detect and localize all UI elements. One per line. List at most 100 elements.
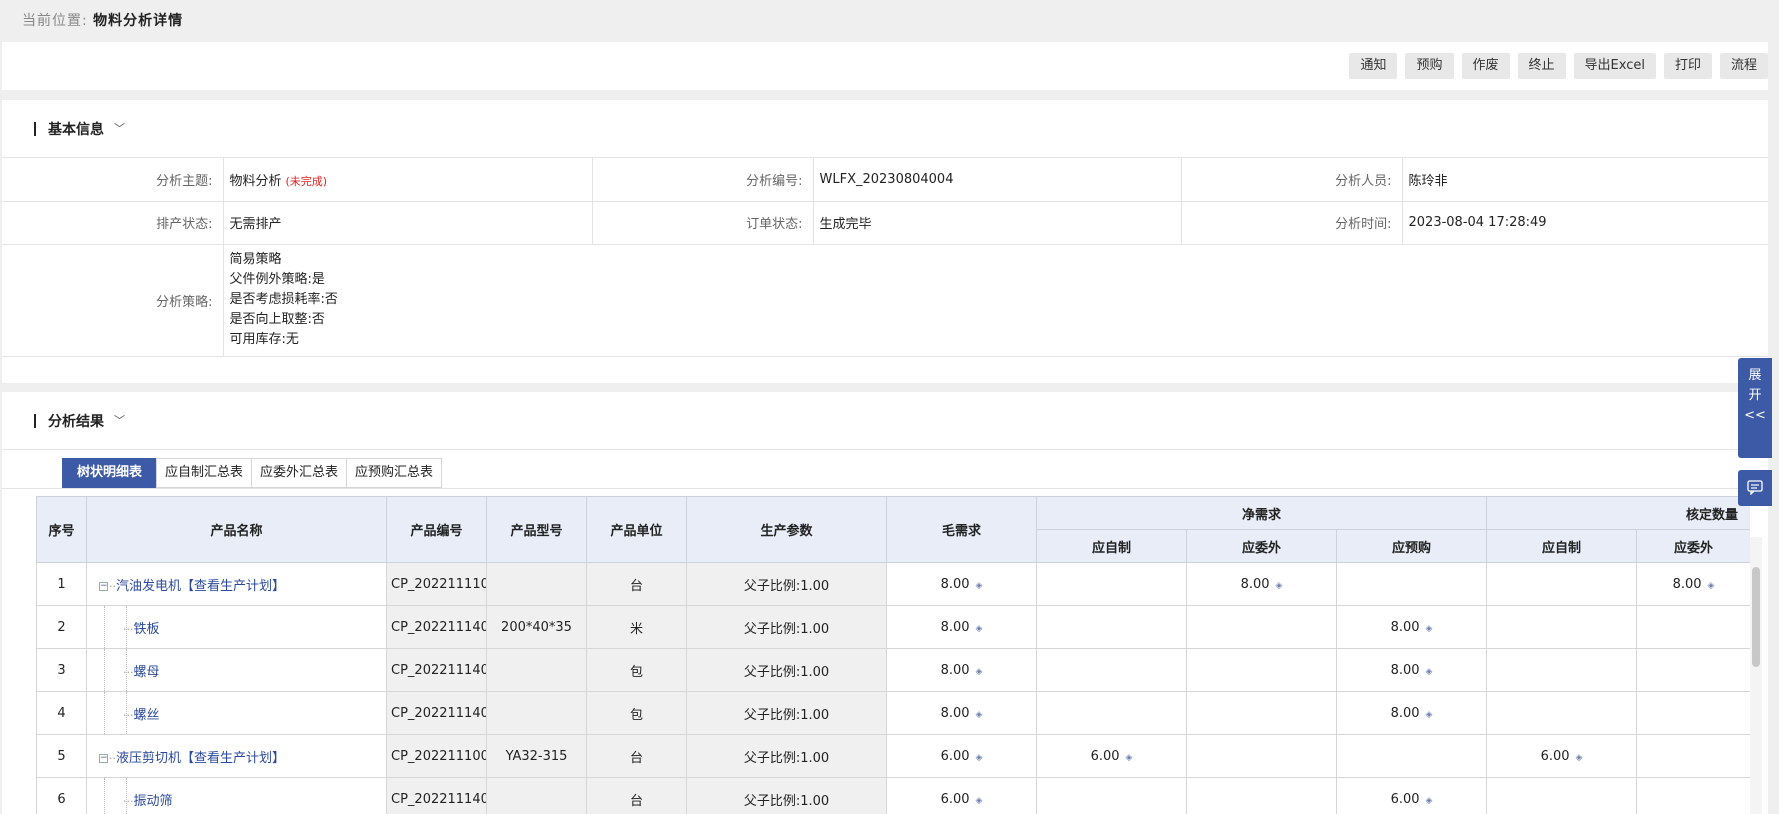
table-row[interactable]: 3 ···螺母 CP_202211140 包父子比例:1.00 8.00 ◈ 8.00 ◈ (36, 648, 1750, 692)
cell-code: CP_202211140 (386, 605, 487, 649)
cell-param-value: 父子比例:1.00 (743, 664, 830, 680)
cell-model (486, 777, 587, 814)
cell-approved-outsource: 8.00 ◈ (1636, 562, 1750, 606)
cell-code-value: CP_202211100 (391, 748, 487, 764)
cell-net-self (1036, 777, 1187, 814)
cell-approved-outsource (1636, 777, 1750, 814)
message-icon[interactable] (1738, 470, 1772, 506)
sort-diamond-icon[interactable]: ◈ (1426, 710, 1433, 720)
product-name-link[interactable]: 螺母 (134, 665, 160, 680)
col-net-group: 净需求 (1035, 496, 1488, 530)
table-row[interactable]: 2 ···铁板 CP_202211140 200*40*35 米父子比例:1.00 8.0… (36, 605, 1750, 649)
cell-approved-outsource (1636, 691, 1750, 735)
cell-code-value: CP_202211110 (391, 576, 487, 592)
cell-model-value: YA32-315 (505, 748, 568, 764)
cell-net-purchase-value: 8.00 (1390, 705, 1420, 721)
cell-net-self: 6.00 ◈ (1036, 734, 1187, 778)
tab-outsource-summary[interactable]: 应委外汇总表 (251, 458, 348, 488)
results-header[interactable]: 分析结果 ﹀ (2, 392, 1768, 450)
cell-net-purchase-value: 6.00 (1390, 791, 1420, 807)
cell-gross-value: 6.00 (940, 748, 970, 764)
strategy-value: 简易策略 父件例外策略:是 是否考虑损耗率:否 是否向上取整:否 可用库存:无 (223, 244, 1768, 357)
cell-net-outsource (1186, 648, 1337, 692)
cell-model: YA32-315 (486, 734, 587, 778)
export-excel-button[interactable]: 导出Excel (1573, 53, 1656, 79)
terminate-button[interactable]: 终止 (1517, 53, 1566, 79)
cell-code-value: CP_202211140 (391, 705, 487, 721)
cell-model (486, 691, 587, 735)
sort-diamond-icon[interactable]: ◈ (1426, 667, 1433, 677)
chevron-down-icon[interactable]: ﹀ (114, 120, 125, 136)
cell-name: ···振动筛 (86, 777, 387, 814)
tab-tree-detail[interactable]: 树状明细表 (62, 458, 158, 488)
sort-diamond-icon[interactable]: ◈ (976, 796, 983, 806)
cell-unit-value: 包 (629, 707, 643, 723)
expand-side-button[interactable]: 展 开 << (1738, 358, 1772, 458)
breadcrumb: 当前位置: 物料分析详情 (22, 10, 183, 30)
product-name-link[interactable]: 铁板 (134, 622, 160, 637)
sort-diamond-icon[interactable]: ◈ (1426, 624, 1433, 634)
workflow-button[interactable]: 流程 (1719, 53, 1768, 79)
sort-diamond-icon[interactable]: ◈ (1708, 581, 1715, 591)
table-row[interactable]: 4 ···螺丝 CP_202211140 包父子比例:1.00 8.00 ◈ 8.00 ◈ (36, 691, 1750, 735)
cell-model (486, 648, 587, 692)
table-row[interactable]: 5 −··液压剪切机【查看生产计划】 CP_202211100 YA32-315 台父子… (36, 734, 1750, 778)
pre-purchase-button[interactable]: 预购 (1405, 53, 1454, 79)
sort-diamond-icon[interactable]: ◈ (1576, 753, 1583, 763)
col-name: 产品名称 (86, 496, 387, 563)
product-name-link[interactable]: 螺丝 (134, 708, 160, 723)
cell-net-purchase: 8.00 ◈ (1335, 691, 1488, 735)
void-button[interactable]: 作废 (1461, 53, 1510, 79)
sort-diamond-icon[interactable]: ◈ (976, 581, 983, 591)
cell-gross-value: 6.00 (940, 791, 970, 807)
sort-diamond-icon[interactable]: ◈ (976, 710, 983, 720)
cell-seq: 1 (36, 562, 87, 606)
table-scrollbar[interactable] (1750, 537, 1762, 814)
sort-diamond-icon[interactable]: ◈ (976, 753, 983, 763)
sort-diamond-icon[interactable]: ◈ (976, 667, 983, 677)
basic-info-header[interactable]: 基本信息 ﹀ (2, 100, 1768, 158)
sort-diamond-icon[interactable]: ◈ (1276, 581, 1283, 591)
product-name-link[interactable]: 汽油发电机【查看生产计划】 (116, 579, 285, 594)
cell-gross-value: 8.00 (940, 576, 970, 592)
sort-diamond-icon[interactable]: ◈ (976, 624, 983, 634)
basic-info-title: 基本信息 (48, 122, 104, 138)
cell-model-value: 200*40*35 (501, 619, 572, 635)
cell-code: CP_202211100 (386, 734, 487, 778)
cell-net-self (1036, 648, 1187, 692)
table-row[interactable]: 6 ···振动筛 CP_202211140 台父子比例:1.00 6.00 ◈ 6.00 ◈ (36, 777, 1750, 814)
cell-code: CP_202211140 (386, 691, 487, 735)
cell-code-value: CP_202211140 (391, 791, 487, 807)
scrollbar-thumb[interactable] (1752, 567, 1760, 667)
cell-seq: 4 (36, 691, 87, 735)
tree-connector-icon: ··· (123, 794, 134, 808)
tab-pre-purchase-summary[interactable]: 应预购汇总表 (346, 458, 443, 488)
cell-gross: 8.00 ◈ (886, 605, 1037, 649)
cell-approved-self: 6.00 ◈ (1486, 734, 1638, 778)
tab-self-made-summary[interactable]: 应自制汇总表 (156, 458, 253, 488)
cell-unit-value: 台 (629, 750, 643, 766)
product-name-link[interactable]: 液压剪切机【查看生产计划】 (116, 751, 285, 766)
sort-diamond-icon[interactable]: ◈ (1126, 753, 1133, 763)
table-row[interactable]: 1 −··汽油发电机【查看生产计划】 CP_202211110 台父子比例:1.00 8… (36, 562, 1750, 606)
cell-name: ···铁板 (86, 605, 387, 649)
product-name-link[interactable]: 振动筛 (134, 794, 173, 809)
cell-param-value: 父子比例:1.00 (743, 707, 830, 723)
time-label: 分析时间: (1181, 201, 1403, 245)
cell-unit-value: 台 (629, 578, 643, 594)
cell-param-value: 父子比例:1.00 (743, 793, 830, 809)
print-button[interactable]: 打印 (1663, 53, 1712, 79)
code-label: 分析编号: (592, 158, 814, 202)
cell-net-purchase-value: 8.00 (1390, 619, 1420, 635)
cell-approved-outsource-value: 8.00 (1672, 576, 1702, 592)
cell-unit: 米 (586, 605, 687, 649)
collapse-icon[interactable]: − (99, 753, 108, 763)
chevron-down-icon[interactable]: ﹀ (114, 412, 125, 428)
cell-name: −··汽油发电机【查看生产计划】 (86, 562, 387, 606)
cell-seq: 2 (36, 605, 87, 649)
collapse-icon[interactable]: − (99, 581, 108, 591)
sort-diamond-icon[interactable]: ◈ (1426, 796, 1433, 806)
notify-button[interactable]: 通知 (1349, 53, 1398, 79)
strategy-label: 分析策略: (2, 244, 224, 357)
cell-gross: 8.00 ◈ (886, 562, 1037, 606)
